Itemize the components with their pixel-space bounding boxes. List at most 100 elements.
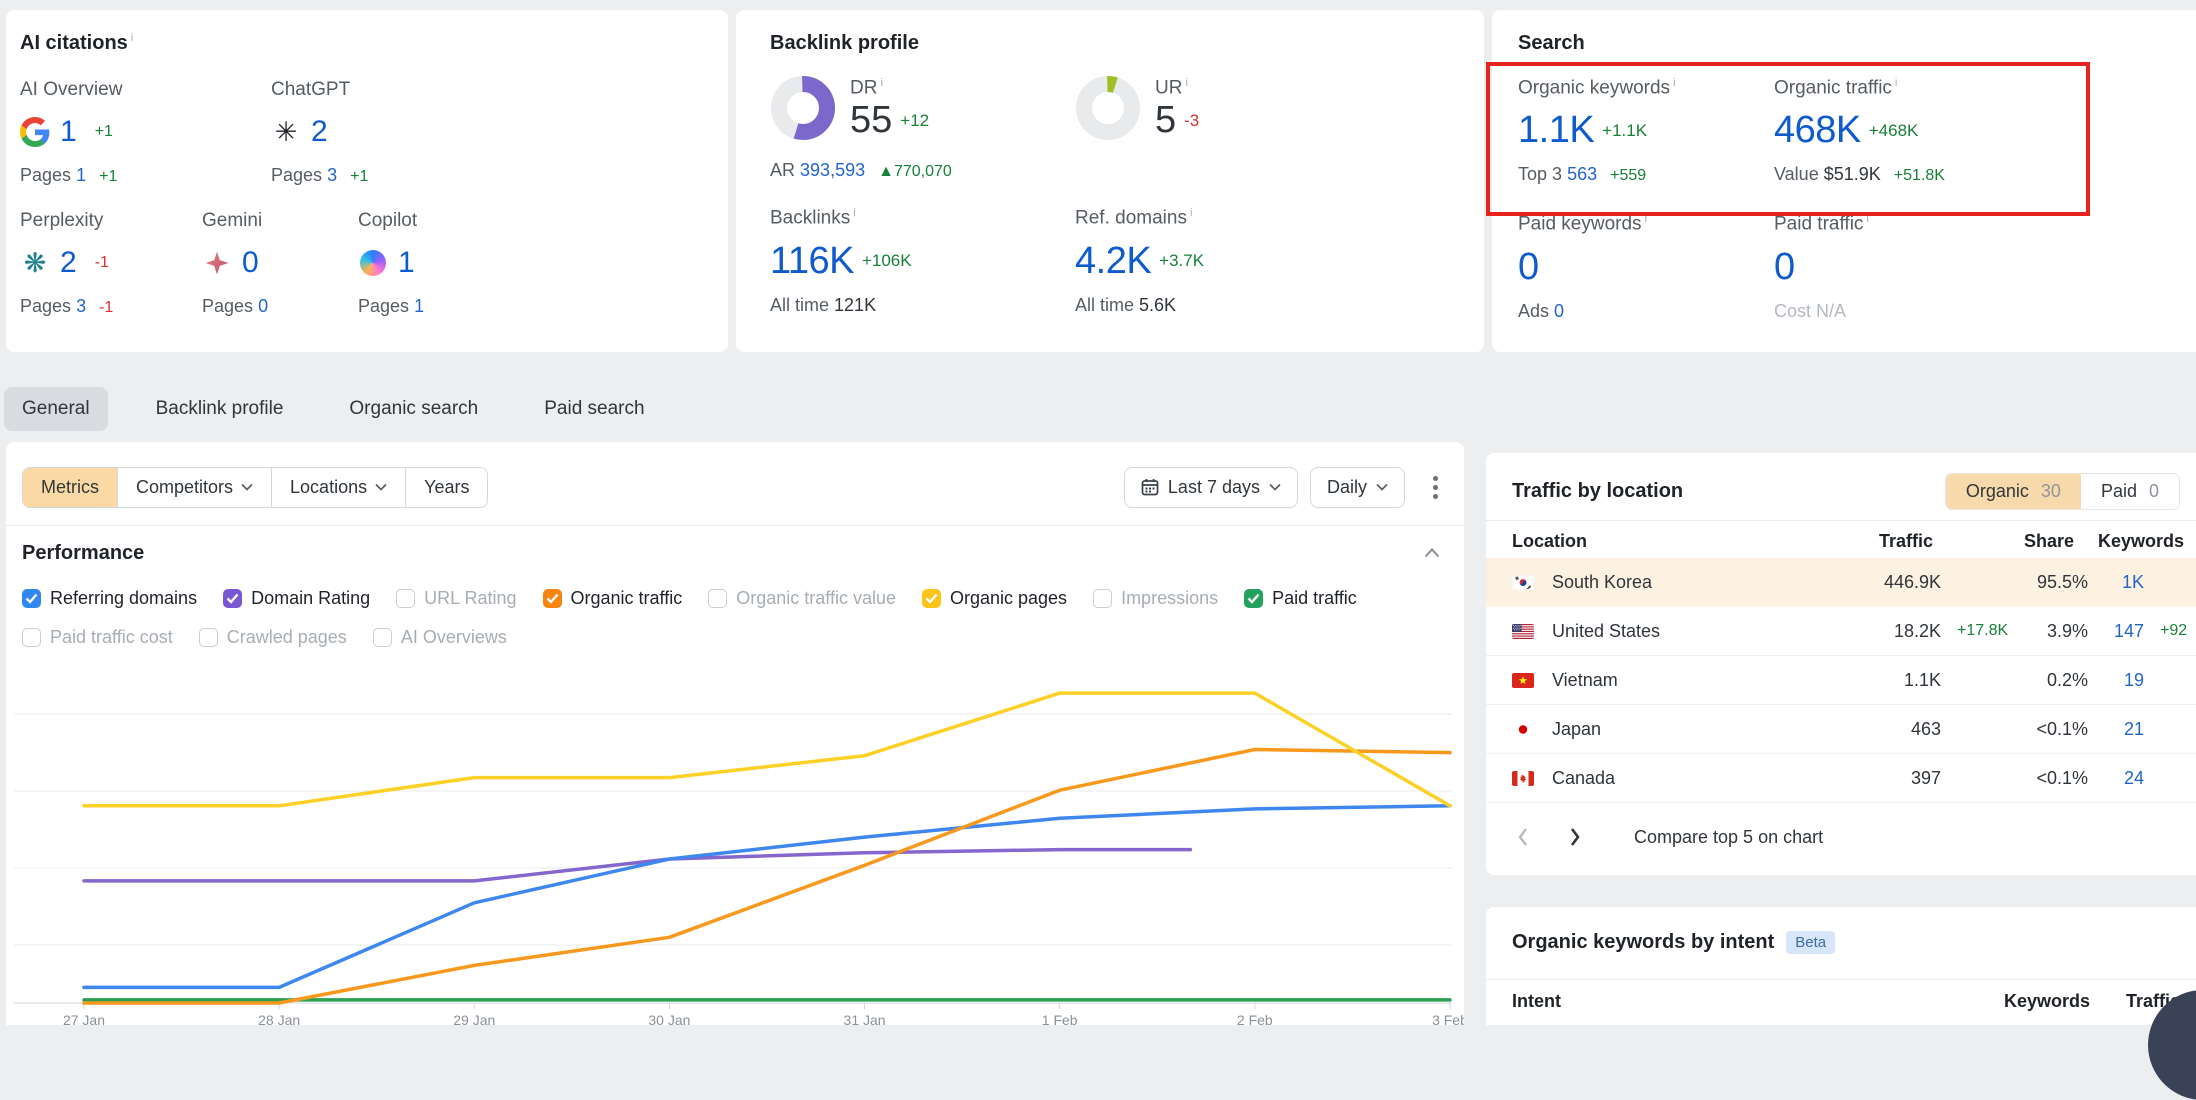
metric-checkbox-domain-rating[interactable]: Domain Rating — [223, 588, 370, 609]
ref-domains-value[interactable]: 4.2K — [1075, 240, 1151, 283]
flag-japan-icon — [1512, 722, 1552, 737]
table-row-united-states[interactable]: United States 18.2K +17.8K 3.9% 147 +92 — [1486, 607, 2196, 656]
ads-value[interactable]: 0 — [1554, 301, 1564, 321]
tab-organic-search[interactable]: Organic search — [331, 387, 496, 431]
toggle-paid-count: 0 — [2149, 481, 2159, 502]
ar-value[interactable]: 393,593 — [800, 160, 865, 180]
table-row-south-korea[interactable]: South Korea 446.9K 95.5% 1K — [1486, 558, 2196, 607]
pages-delta: +1 — [350, 168, 368, 185]
location-name[interactable]: South Korea — [1552, 572, 1821, 593]
table-row-japan[interactable]: Japan 463 <0.1% 21 — [1486, 705, 2196, 754]
checkbox-icon — [22, 589, 41, 608]
tab-backlink-profile[interactable]: Backlink profile — [138, 387, 302, 431]
backlink-profile-card: Backlink profile DRi 55+12 AR 393,593 ▲7… — [736, 10, 1484, 352]
paid-traffic-value[interactable]: 0 — [1774, 246, 1795, 289]
paid-keywords-value[interactable]: 0 — [1518, 246, 1539, 289]
dr-donut-chart — [770, 75, 836, 141]
years-button[interactable]: Years — [406, 468, 487, 507]
location-name[interactable]: Vietnam — [1552, 670, 1821, 691]
info-icon[interactable]: i — [1645, 213, 1647, 225]
metric-checkbox-ai-overviews[interactable]: AI Overviews — [373, 627, 507, 648]
top3-delta: +559 — [1610, 167, 1646, 184]
metric-checkbox-paid-traffic-cost[interactable]: Paid traffic cost — [22, 627, 173, 648]
top3-value[interactable]: 563 — [1567, 164, 1597, 184]
metric-checkbox-url-rating[interactable]: URL Rating — [396, 588, 516, 609]
collapse-chevron-icon[interactable] — [1424, 545, 1440, 563]
location-name[interactable]: Canada — [1552, 768, 1821, 789]
traffic-value: 1.1K — [1821, 670, 1941, 691]
table-row-canada[interactable]: Canada 397 <0.1% 24 — [1486, 754, 2196, 803]
pages-value[interactable]: 3 — [76, 296, 86, 316]
metric-checkbox-organic-traffic-value[interactable]: Organic traffic value — [708, 588, 896, 609]
pages-label: Pages — [202, 296, 253, 316]
ai-citations-title: AI citationsi — [20, 32, 704, 55]
next-page-chevron-icon[interactable] — [1564, 823, 1586, 851]
backlinks-value[interactable]: 116K — [770, 240, 854, 283]
metric-checkbox-organic-pages[interactable]: Organic pages — [922, 588, 1067, 609]
gemini-block: Gemini 0 Pages 0 — [202, 210, 358, 317]
metric-label: Organic traffic value — [736, 588, 896, 609]
chatgpt-icon: ✳ — [271, 117, 301, 147]
info-icon[interactable]: i — [1895, 77, 1897, 89]
info-icon[interactable]: i — [131, 32, 133, 44]
gemini-value: 0 — [242, 246, 259, 280]
info-icon[interactable]: i — [1673, 77, 1675, 89]
backlinks-block: Backlinksi 116K+106K All time 121K — [770, 207, 1075, 315]
granularity-button[interactable]: Daily — [1310, 467, 1405, 508]
performance-line-chart[interactable]: 27 Jan28 Jan29 Jan30 Jan31 Jan1 Feb2 Feb… — [6, 680, 1464, 1025]
locations-button[interactable]: Locations — [272, 468, 406, 507]
keywords-link[interactable]: 147 — [2088, 621, 2144, 642]
paid-traffic-label: Paid traffici — [1774, 213, 2180, 235]
backlink-profile-title: Backlink profile — [770, 32, 1460, 55]
toggle-paid[interactable]: Paid0 — [2081, 474, 2179, 509]
info-icon[interactable]: i — [1185, 77, 1187, 89]
tab-general[interactable]: General — [4, 387, 108, 431]
info-icon[interactable]: i — [853, 207, 855, 219]
pages-value[interactable]: 1 — [76, 165, 86, 185]
toggle-organic-count: 30 — [2041, 481, 2061, 502]
date-range-button[interactable]: Last 7 days — [1124, 467, 1298, 508]
metrics-button[interactable]: Metrics — [23, 468, 118, 507]
toggle-organic[interactable]: Organic30 — [1946, 474, 2081, 509]
organic-keywords-value[interactable]: 1.1K — [1518, 109, 1594, 152]
competitors-label: Competitors — [136, 477, 233, 498]
competitors-button[interactable]: Competitors — [118, 468, 272, 507]
keywords-link[interactable]: 21 — [2088, 719, 2144, 740]
metric-checkbox-referring-domains[interactable]: Referring domains — [22, 588, 197, 609]
organic-traffic-value[interactable]: 468K — [1774, 109, 1861, 152]
keywords-link[interactable]: 1K — [2088, 572, 2144, 593]
granularity-label: Daily — [1327, 477, 1367, 498]
keywords-link[interactable]: 24 — [2088, 768, 2144, 789]
more-options-kebab-icon[interactable] — [1427, 472, 1444, 503]
location-name[interactable]: Japan — [1552, 719, 1821, 740]
metric-checkbox-crawled-pages[interactable]: Crawled pages — [199, 627, 347, 648]
info-icon[interactable]: i — [880, 77, 882, 89]
pages-delta: -1 — [99, 299, 113, 316]
share-value: 3.9% — [2003, 621, 2088, 642]
keywords-link[interactable]: 19 — [2088, 670, 2144, 691]
metric-checkbox-paid-traffic[interactable]: Paid traffic — [1244, 588, 1357, 609]
organic-keywords-label: Organic keywordsi — [1518, 77, 1774, 99]
tab-paid-search[interactable]: Paid search — [526, 387, 662, 431]
location-name[interactable]: United States — [1552, 621, 1821, 642]
keywords-by-intent-panel: Organic keywords by intent Beta Intent K… — [1486, 907, 2196, 1025]
pages-value[interactable]: 0 — [258, 296, 268, 316]
svg-text:3 Feb: 3 Feb — [1432, 1012, 1464, 1025]
pages-value[interactable]: 1 — [414, 296, 424, 316]
chatgpt-label: ChatGPT — [271, 79, 704, 101]
pages-value[interactable]: 3 — [327, 165, 337, 185]
info-icon[interactable]: i — [1190, 207, 1192, 219]
metric-checkbox-impressions[interactable]: Impressions — [1093, 588, 1218, 609]
divider — [6, 525, 1464, 526]
organic-traffic-delta: +468K — [1869, 121, 1919, 141]
metric-label: Referring domains — [50, 588, 197, 609]
paid-keywords-label: Paid keywordsi — [1518, 213, 1774, 235]
metric-checkbox-organic-traffic[interactable]: Organic traffic — [543, 588, 683, 609]
table-row-vietnam[interactable]: Vietnam 1.1K 0.2% 19 — [1486, 656, 2196, 705]
info-icon[interactable]: i — [1866, 213, 1868, 225]
prev-page-chevron-icon[interactable] — [1512, 823, 1534, 851]
overview-tabbar: General Backlink profile Organic search … — [4, 385, 663, 433]
svg-text:31 Jan: 31 Jan — [844, 1012, 886, 1025]
value-value: $51.9K — [1824, 164, 1881, 184]
compare-top5-link[interactable]: Compare top 5 on chart — [1634, 827, 1823, 848]
